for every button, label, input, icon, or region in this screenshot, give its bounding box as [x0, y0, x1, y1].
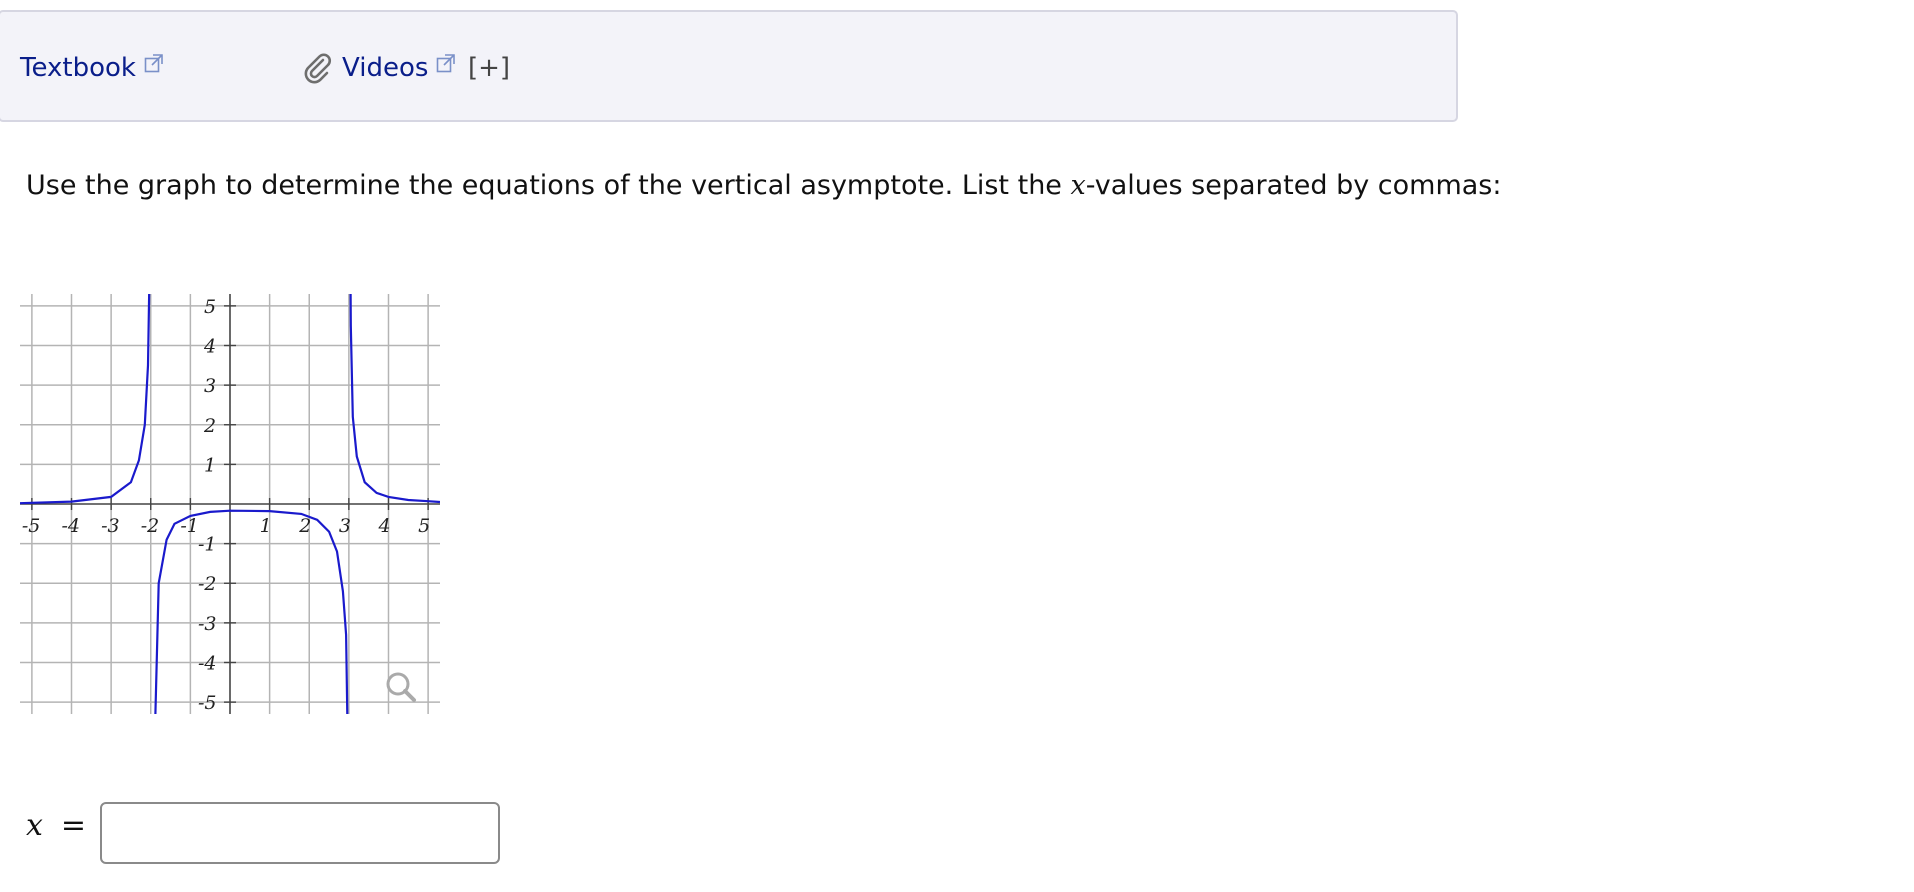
- prompt-text-before: Use the graph to determine the equations…: [26, 170, 1071, 201]
- tick-labels: -5 -4 -3 -2 -1 1 2 3 4 554321-1-2-3-4-5: [22, 296, 430, 714]
- x-tick-label: 2: [298, 515, 311, 537]
- x-tick-label: -5: [22, 515, 41, 537]
- prompt-text-after: -values separated by commas:: [1085, 170, 1502, 201]
- y-tick-label: 4: [203, 336, 216, 358]
- curve-branch-1: [20, 294, 151, 505]
- help-bar: Textbook Videos [+]: [0, 10, 1458, 122]
- videos-label: Videos: [342, 53, 429, 83]
- x-tick-label: 5: [418, 515, 430, 537]
- y-tick-label: 3: [204, 375, 216, 397]
- y-tick-label: 5: [204, 296, 216, 318]
- x-tick-label: -3: [101, 515, 120, 537]
- answer-input[interactable]: [100, 802, 500, 864]
- curve-branch-3: [349, 294, 440, 504]
- x-tick-label: 4: [377, 515, 390, 537]
- paperclip-icon: [302, 52, 334, 84]
- x-tick-label: -2: [141, 515, 160, 537]
- y-tick-label: -5: [198, 692, 217, 714]
- x-tick-label: 3: [339, 515, 351, 537]
- expand-help-button[interactable]: [+]: [468, 12, 510, 124]
- textbook-link[interactable]: Textbook: [20, 12, 164, 124]
- magnifier-icon[interactable]: [386, 672, 416, 702]
- y-tick-label: 1: [204, 454, 216, 476]
- question-prompt: Use the graph to determine the equations…: [26, 170, 1501, 201]
- answer-var: x: [26, 808, 43, 843]
- y-tick-label: -2: [198, 573, 217, 595]
- prompt-math-var: x: [1070, 170, 1086, 201]
- curve-branch-2: [154, 509, 349, 714]
- answer-equals: =: [60, 808, 87, 843]
- y-tick-label: 2: [203, 415, 216, 437]
- x-tick-label: -4: [62, 515, 81, 537]
- videos-link[interactable]: Videos: [302, 12, 456, 124]
- graph[interactable]: -5 -4 -3 -2 -1 1 2 3 4 5 5 4 3 2 1 -1 -2 -3 -4 -5: [20, 294, 440, 714]
- external-link-icon: [144, 53, 164, 73]
- textbook-label: Textbook: [20, 53, 136, 83]
- y-tick-label: -4: [198, 652, 217, 674]
- answer-label: x =: [26, 808, 86, 843]
- axes: [20, 294, 440, 714]
- graph-svg: -5 -4 -3 -2 -1 1 2 3 4 554321-1-2-3-4-5: [20, 294, 440, 714]
- external-link-icon: [436, 53, 456, 73]
- y-tick-label: -3: [198, 613, 217, 635]
- y-tick-label: -1: [198, 534, 217, 556]
- x-tick-label: 1: [260, 515, 272, 537]
